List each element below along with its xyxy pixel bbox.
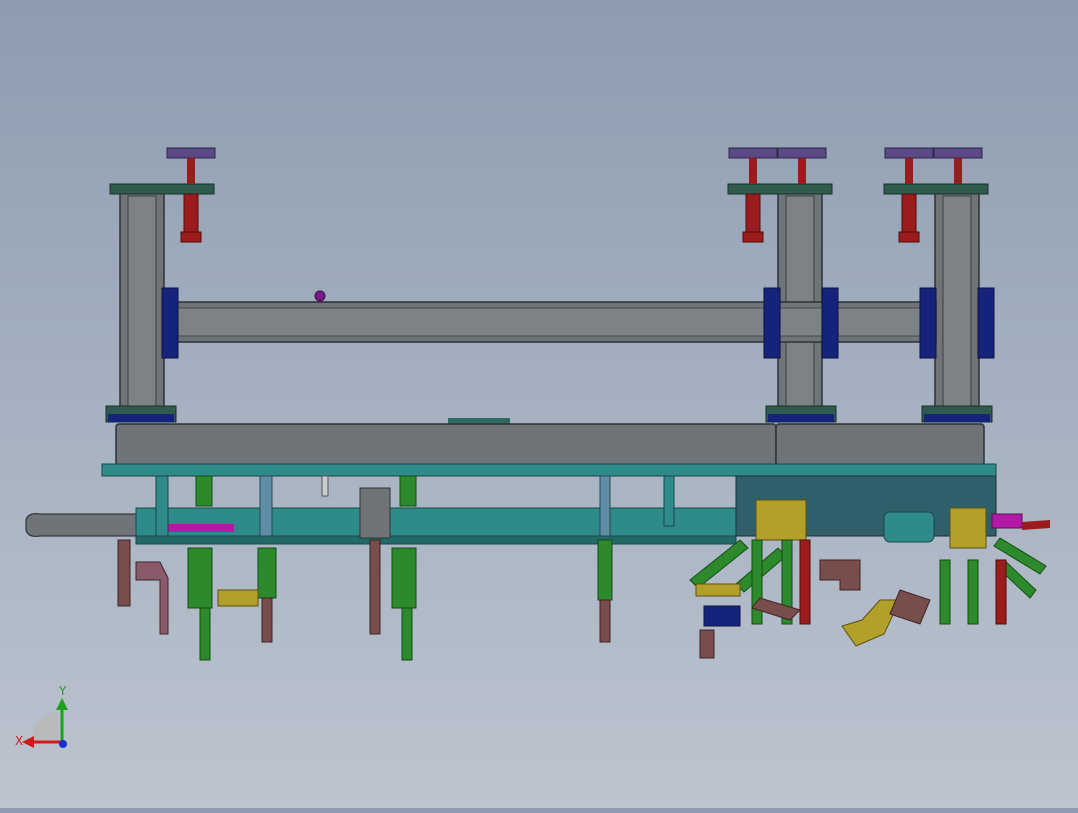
base-beam [101,418,997,477]
orientation-triad: Y X [15,684,68,748]
cylinder-5 [933,147,983,184]
top-cylinders [166,147,983,243]
fixture-assembly-model [25,147,1050,661]
z-axis-dot [59,740,67,748]
clamp-units-left [117,475,675,661]
x-axis-label: X [15,734,23,748]
cylinder-3 [777,147,827,184]
y-axis-label: Y [58,684,67,698]
cylinder-2 [728,147,778,243]
cylinder-4 [884,147,934,243]
cad-viewport[interactable]: Y X [0,0,1078,808]
cylinder-1 [166,147,216,243]
clamp-cluster-right [689,475,1050,659]
